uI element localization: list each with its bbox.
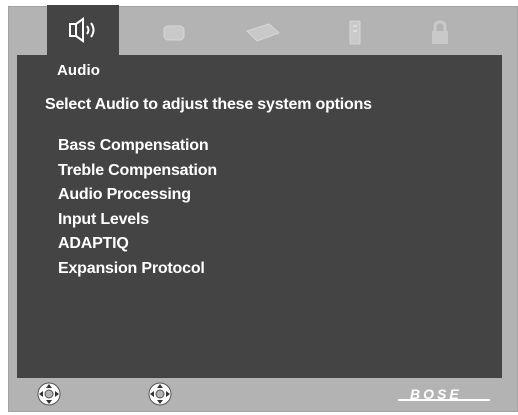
svg-text:BOSE: BOSE bbox=[410, 387, 462, 402]
tab-settings[interactable] bbox=[317, 8, 393, 57]
page-heading: Select Audio to adjust these system opti… bbox=[45, 96, 372, 113]
speaker-icon bbox=[69, 17, 95, 43]
device-icon bbox=[349, 20, 361, 44]
display-icon bbox=[163, 25, 185, 40]
menu-item-expansion-protocol[interactable]: Expansion Protocol bbox=[58, 257, 217, 282]
menu-item-bass-compensation[interactable]: Bass Compensation bbox=[58, 134, 217, 159]
four-way-nav-icon[interactable] bbox=[147, 382, 173, 406]
audio-options-list: Bass Compensation Treble Compensation Au… bbox=[58, 134, 217, 282]
tab-video[interactable] bbox=[137, 8, 213, 57]
menu-item-audio-processing[interactable]: Audio Processing bbox=[58, 183, 217, 208]
lock-icon bbox=[432, 19, 448, 44]
tab-audio[interactable] bbox=[47, 5, 119, 55]
active-tab-label: Audio bbox=[57, 62, 100, 79]
tab-remote[interactable] bbox=[225, 8, 301, 57]
four-way-nav-icon[interactable] bbox=[36, 382, 62, 406]
bose-logo: BOSE bbox=[398, 387, 490, 402]
remote-icon bbox=[246, 22, 280, 42]
menu-item-treble-compensation[interactable]: Treble Compensation bbox=[58, 159, 217, 184]
menu-item-adaptiq[interactable]: ADAPTIQ bbox=[58, 232, 217, 257]
tab-lock[interactable] bbox=[402, 8, 478, 57]
menu-item-input-levels[interactable]: Input Levels bbox=[58, 208, 217, 233]
